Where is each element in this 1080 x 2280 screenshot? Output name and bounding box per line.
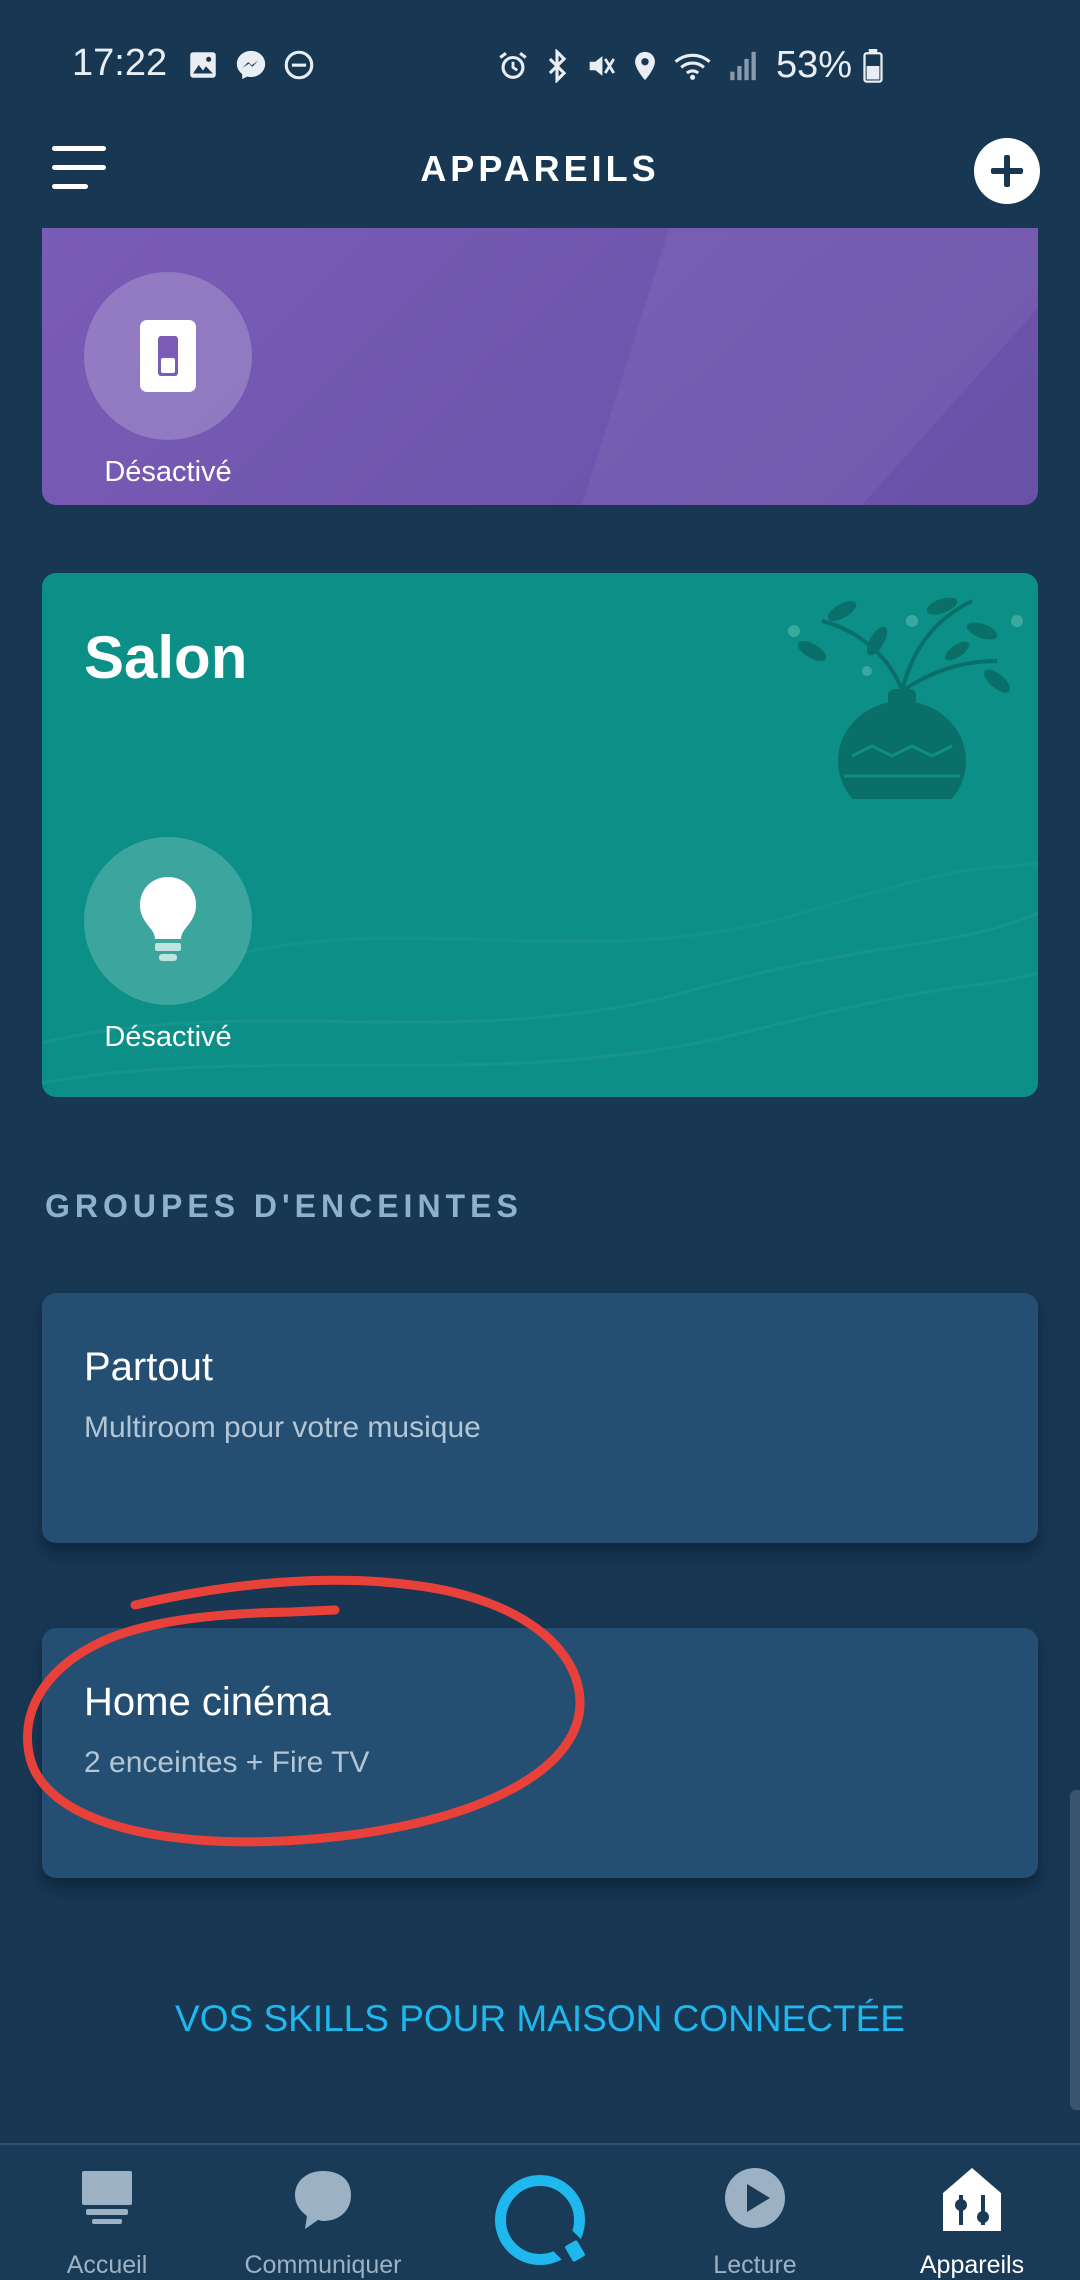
nav-label: Communiquer: [244, 2251, 402, 2279]
light-switch-icon: [140, 320, 196, 392]
alarm-icon: [499, 51, 527, 79]
device-status: Désactivé: [104, 1021, 232, 1053]
group-description: Multiroom pour votre musique: [84, 1411, 481, 1444]
status-right-icons: 53%: [496, 44, 884, 87]
bluetooth-icon: [548, 48, 567, 83]
section-title-speaker-groups: GROUPES D'ENCEINTES: [45, 1188, 523, 1224]
app-header: APPAREILS: [0, 130, 1080, 230]
status-time: 17:22: [72, 42, 168, 84]
messenger-icon: [236, 50, 266, 80]
nav-label: Lecture: [713, 2251, 797, 2279]
smart-home-icon: [943, 2168, 1001, 2231]
plant-illustration: [788, 597, 1023, 829]
scroll-indicator[interactable]: [1070, 1790, 1080, 2110]
nav-label: Appareils: [919, 2251, 1025, 2279]
devices-list[interactable]: Désactivé Salon Désactivé GROUPES D'ENCE…: [0, 228, 1080, 2143]
nav-tab-lecture[interactable]: Lecture: [655, 2165, 855, 2280]
device-status: Désactivé: [104, 456, 232, 488]
nav-tab-appareils[interactable]: Appareils: [872, 2165, 1072, 2280]
battery-icon: [863, 48, 883, 83]
wifi-icon: [674, 53, 711, 80]
gallery-icon: [190, 52, 216, 78]
alexa-ring-icon[interactable]: [495, 2175, 586, 2265]
app-screen: 17:22 53% APPAREILS Désactivé Salon Désa…: [0, 0, 1080, 2280]
page-title: APPAREILS: [420, 148, 660, 189]
bottom-navigation: Accueil Communiquer Lecture Appareils: [0, 2143, 1080, 2280]
nav-tab-communiquer[interactable]: Communiquer: [223, 2165, 423, 2280]
red-circle-annotation: [23, 1575, 585, 1847]
play-icon: [725, 2168, 785, 2228]
status-left-icons: [186, 48, 316, 82]
smart-home-skills-link[interactable]: VOS SKILLS POUR MAISON CONNECTÉE: [0, 1998, 1080, 2040]
room-card-salon[interactable]: Salon Désactivé: [42, 573, 1038, 1097]
room-card[interactable]: Désactivé: [42, 228, 1038, 505]
signal-icon: [730, 51, 756, 80]
nav-tab-accueil[interactable]: Accueil: [7, 2165, 207, 2280]
mute-icon: [589, 55, 615, 76]
speaker-group-card[interactable]: Partout Multiroom pour votre musique: [42, 1293, 1038, 1543]
nav-label: Accueil: [66, 2251, 148, 2279]
location-icon: [635, 51, 655, 80]
chat-bubble-icon: [295, 2171, 351, 2229]
room-title: Salon: [84, 624, 248, 691]
group-name: Partout: [84, 1345, 213, 1389]
do-not-disturb-icon: [284, 50, 314, 80]
light-bulb-icon: [140, 877, 196, 961]
home-feed-icon: [82, 2171, 132, 2224]
device-toggle[interactable]: [84, 837, 252, 1005]
status-bar: 17:22 53%: [0, 0, 1080, 130]
add-device-button[interactable]: [974, 138, 1040, 204]
battery-percent: 53%: [776, 44, 853, 86]
device-toggle[interactable]: [84, 272, 252, 440]
